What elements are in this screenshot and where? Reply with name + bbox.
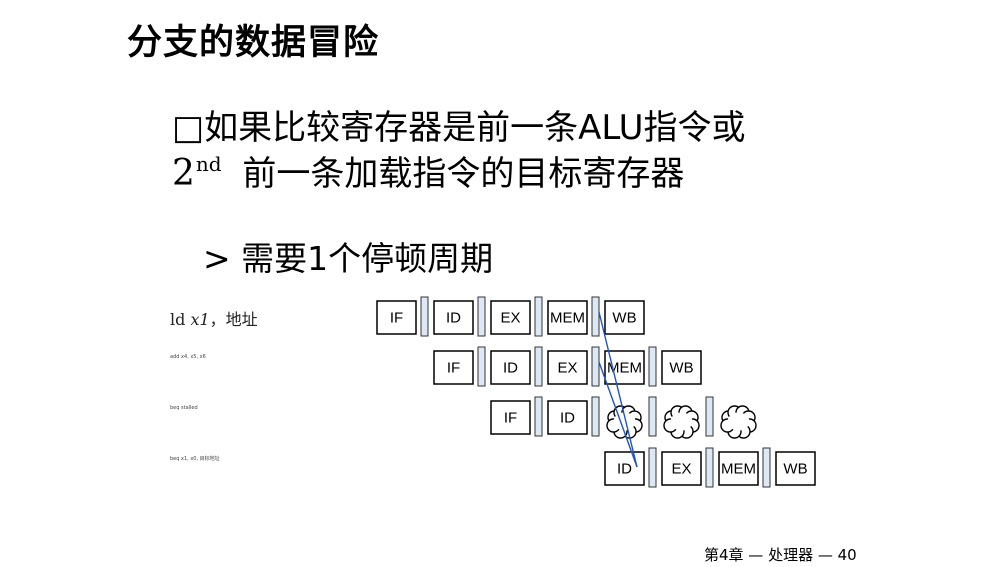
pipeline-register [591, 346, 600, 387]
forwarding-line [598, 311, 638, 468]
pipeline-register [648, 396, 657, 437]
pipeline-stage-label: EX [500, 310, 520, 327]
pipeline-stage-label: ID [617, 461, 632, 478]
pipeline-stage-label: EX [671, 461, 691, 478]
pipeline-register [762, 447, 771, 488]
pipeline-stage-label: WB [783, 461, 807, 478]
pipeline-register [705, 396, 714, 437]
pipeline-stage-label: IF [447, 360, 460, 377]
pipeline-register [477, 296, 486, 337]
pipeline-bubble-icon [720, 405, 757, 439]
pipeline-register [648, 346, 657, 387]
pipeline-register [705, 447, 714, 488]
pipeline-stage-label: ID [503, 360, 518, 377]
pipeline-stage-label: ID [560, 410, 575, 427]
pipeline-register [591, 296, 600, 337]
pipeline-stage-label: EX [557, 360, 577, 377]
pipeline-stage-label: IF [390, 310, 403, 327]
pipeline-stage-label: MEM [550, 310, 585, 327]
pipeline-register [477, 346, 486, 387]
pipeline-stage-label: MEM [721, 461, 756, 478]
pipeline-diagram: IF ID EX MEM WBIF ID EX MEM WBIF IDID EX MEM WB [376, 296, 816, 488]
pipeline-register [648, 447, 657, 488]
slide-footer: 第4章 — 处理器 — 40 [704, 546, 857, 564]
pipeline-register [534, 396, 543, 437]
pipeline-stage-label: ID [446, 310, 461, 327]
pipeline-register [534, 296, 543, 337]
pipeline-stage-label: WB [669, 360, 693, 377]
pipeline-stage-label: IF [504, 410, 517, 427]
pipeline-register [534, 346, 543, 387]
pipeline-register [591, 396, 600, 437]
pipeline-register [420, 296, 429, 337]
pipeline-bubble-icon [663, 405, 700, 439]
pipeline-stage-label: WB [612, 310, 636, 327]
